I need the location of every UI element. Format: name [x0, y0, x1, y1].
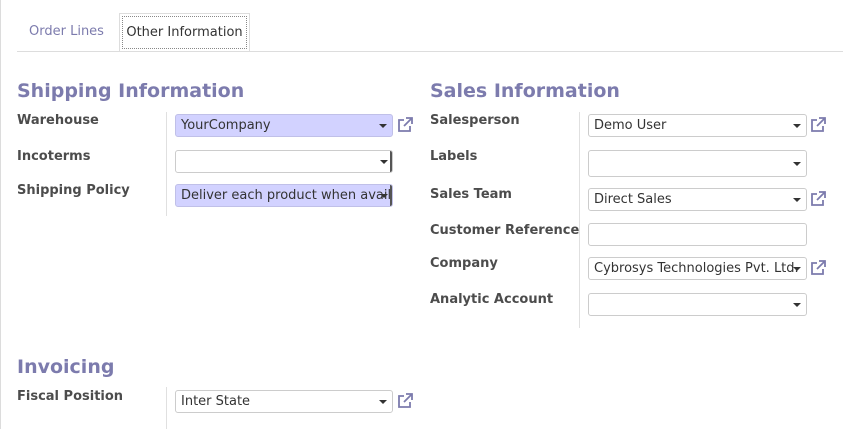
- tab-other-information-label: Other Information: [126, 25, 243, 40]
- select-edge: [390, 185, 392, 206]
- shipping-policy-select[interactable]: Deliver each product when availa: [175, 184, 393, 207]
- invoicing-section-title: Invoicing: [17, 356, 115, 378]
- company-value: Cybrosys Technologies Pvt. Ltd.: [594, 261, 799, 276]
- warehouse-label: Warehouse: [17, 113, 99, 128]
- customer-reference-input[interactable]: [588, 223, 807, 246]
- warehouse-value: YourCompany: [181, 118, 271, 133]
- caret-down-icon: [380, 194, 388, 198]
- tab-order-lines-label: Order Lines: [29, 24, 104, 39]
- incoterms-select[interactable]: [175, 150, 393, 173]
- sales-section-title: Sales Information: [430, 80, 620, 102]
- sales-team-select[interactable]: Direct Sales: [588, 188, 807, 211]
- company-select[interactable]: Cybrosys Technologies Pvt. Ltd.: [588, 257, 807, 280]
- left-border: [0, 0, 1, 429]
- shipping-policy-value: Deliver each product when availa: [181, 188, 393, 203]
- invoicing-column-divider: [166, 387, 167, 429]
- fiscal-position-select[interactable]: Inter State: [175, 390, 393, 413]
- select-edge: [390, 151, 392, 172]
- external-link-icon[interactable]: [809, 259, 827, 277]
- analytic-account-label: Analytic Account: [430, 292, 554, 307]
- caret-down-icon: [380, 160, 388, 164]
- tab-bar-rule: [17, 51, 843, 52]
- salesperson-label: Salesperson: [430, 113, 520, 128]
- external-link-icon[interactable]: [396, 392, 414, 410]
- sales-column-divider: [579, 112, 580, 328]
- incoterms-label: Incoterms: [17, 149, 91, 164]
- labels-label: Labels: [430, 149, 478, 164]
- salesperson-value: Demo User: [594, 118, 667, 133]
- external-link-icon[interactable]: [809, 190, 827, 208]
- external-link-icon[interactable]: [396, 116, 414, 134]
- shipping-section-title: Shipping Information: [17, 80, 245, 102]
- tab-order-lines[interactable]: Order Lines: [17, 13, 116, 51]
- fiscal-position-value: Inter State: [181, 394, 251, 409]
- customer-reference-label: Customer Reference: [430, 223, 580, 238]
- sales-team-value: Direct Sales: [594, 192, 672, 207]
- caret-down-icon: [793, 267, 801, 271]
- shipping-column-divider: [166, 112, 167, 216]
- fiscal-position-label: Fiscal Position: [17, 389, 124, 404]
- tab-other-information[interactable]: Other Information: [119, 13, 250, 52]
- salesperson-select[interactable]: Demo User: [588, 114, 807, 137]
- caret-down-icon: [793, 162, 801, 166]
- labels-tags-input[interactable]: [588, 150, 807, 177]
- caret-down-icon: [379, 400, 387, 404]
- caret-down-icon: [379, 124, 387, 128]
- shipping-policy-label: Shipping Policy: [17, 183, 130, 198]
- analytic-account-select[interactable]: [588, 293, 807, 316]
- caret-down-icon: [793, 303, 801, 307]
- company-label: Company: [430, 256, 498, 271]
- external-link-icon[interactable]: [809, 116, 827, 134]
- caret-down-icon: [793, 198, 801, 202]
- warehouse-select[interactable]: YourCompany: [175, 114, 393, 137]
- caret-down-icon: [793, 124, 801, 128]
- sales-team-label: Sales Team: [430, 187, 512, 202]
